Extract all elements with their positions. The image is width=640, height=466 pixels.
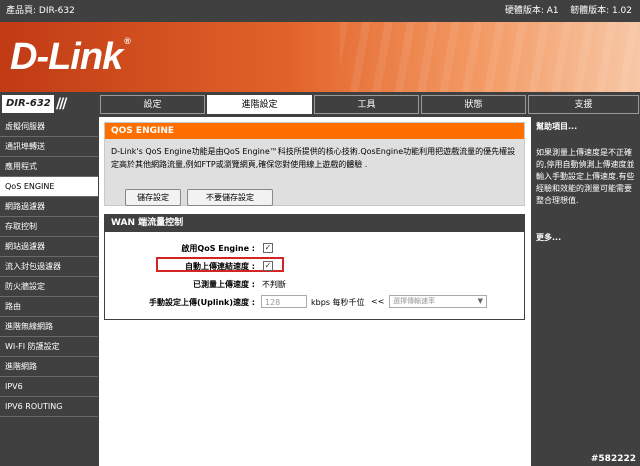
wan-traffic-header: WAN 端流量控制 xyxy=(105,215,524,232)
watermark: #582222 xyxy=(590,454,636,464)
sidebar-item-advanced-wireless[interactable]: 進階無線網路 xyxy=(0,317,98,337)
dlink-logo: D-Link ® xyxy=(10,36,131,78)
tab-support[interactable]: 支援 xyxy=(528,95,639,114)
help-panel: 幫助項目... 如果測量上傳速度是不正確的,停用自動偵測上傳速度並輸入手動設定上… xyxy=(532,117,640,466)
sidebar-item-inbound-filter[interactable]: 流入封包過濾器 xyxy=(0,257,98,277)
header-banner: D-Link ® xyxy=(0,22,640,92)
main-nav: DIR-632 /// 設定 進階設定 工具 狀態 支援 xyxy=(0,93,640,116)
enable-qos-label: 啟用QoS Engine : xyxy=(181,244,255,253)
sidebar-item-qos-engine[interactable]: QoS ENGINE xyxy=(0,177,98,197)
sidebar-item-website-filter[interactable]: 網站過濾器 xyxy=(0,237,98,257)
save-settings-button[interactable]: 儲存設定 xyxy=(125,189,181,206)
sidebar-item-advanced-network[interactable]: 進階網路 xyxy=(0,357,98,377)
manual-uplink-label: 手動設定上傳(Uplink)速度 : xyxy=(148,298,255,307)
sidebar: 虛擬伺服器 通訊埠轉送 應用程式 QoS ENGINE 網路過濾器 存取控制 網… xyxy=(0,117,98,466)
top-info-bar: 產品頁: DIR-632 硬體版本: A1 韌體版本: 1.02 xyxy=(0,0,640,22)
model-label: DIR-632 xyxy=(2,95,54,113)
manual-uplink-input[interactable]: 128 xyxy=(261,295,307,308)
dont-save-settings-button[interactable]: 不要儲存設定 xyxy=(187,189,273,206)
tab-setup[interactable]: 設定 xyxy=(100,95,205,114)
sidebar-item-wifi-protected-setup[interactable]: WI-FI 防護設定 xyxy=(0,337,98,357)
measured-uplink-value: 不判斷 xyxy=(262,280,286,289)
tab-tools[interactable]: 工具 xyxy=(314,95,419,114)
help-text: 如果測量上傳速度是不正確的,停用自動偵測上傳速度並輸入手動設定上傳速度.有些經驗… xyxy=(536,148,635,205)
qos-engine-header: QOS ENGINE xyxy=(105,123,524,139)
sidebar-item-ipv6-routing[interactable]: IPV6 ROUTING xyxy=(0,397,98,417)
sidebar-item-firewall-settings[interactable]: 防火牆設定 xyxy=(0,277,98,297)
sidebar-item-port-forwarding[interactable]: 通訊埠轉送 xyxy=(0,137,98,157)
slash-decoration: /// xyxy=(56,96,67,112)
tab-status[interactable]: 狀態 xyxy=(421,95,526,114)
auto-uplink-checkbox[interactable]: ✓ xyxy=(263,261,273,271)
uplink-speed-select[interactable]: 選擇傳輸速率 ▼ xyxy=(389,295,487,308)
help-title: 幫助項目... xyxy=(536,122,578,131)
chevron-down-icon: ▼ xyxy=(477,297,483,305)
measured-uplink-label: 已測量上傳速度 : xyxy=(193,280,255,289)
qos-engine-panel: QOS ENGINE D-Link's QoS Engine功能是由QoS En… xyxy=(104,122,525,206)
banner-decoration xyxy=(340,22,640,92)
version-info: 硬體版本: A1 韌體版本: 1.02 xyxy=(504,6,632,16)
sidebar-item-application-rules[interactable]: 應用程式 xyxy=(0,157,98,177)
uplink-unit-label: kbps 每秒千位 xyxy=(311,298,365,307)
sidebar-item-network-filter[interactable]: 網路過濾器 xyxy=(0,197,98,217)
main-content: QOS ENGINE D-Link's QoS Engine功能是由QoS En… xyxy=(99,117,531,466)
help-more-link[interactable]: 更多... xyxy=(536,232,561,243)
qos-description: D-Link's QoS Engine功能是由QoS Engine™科技所提供的… xyxy=(111,147,516,169)
auto-uplink-label: 自動上傳連結速度 : xyxy=(185,262,255,271)
sidebar-item-access-control[interactable]: 存取控制 xyxy=(0,217,98,237)
copy-speed-arrows[interactable]: << xyxy=(371,297,384,306)
enable-qos-checkbox[interactable]: ✓ xyxy=(263,243,273,253)
tab-advanced[interactable]: 進階設定 xyxy=(207,95,312,114)
sidebar-item-virtual-server[interactable]: 虛擬伺服器 xyxy=(0,117,98,137)
product-page-label: 產品頁: DIR-632 xyxy=(6,6,75,16)
sidebar-item-ipv6[interactable]: IPV6 xyxy=(0,377,98,397)
sidebar-item-routing[interactable]: 路由 xyxy=(0,297,98,317)
